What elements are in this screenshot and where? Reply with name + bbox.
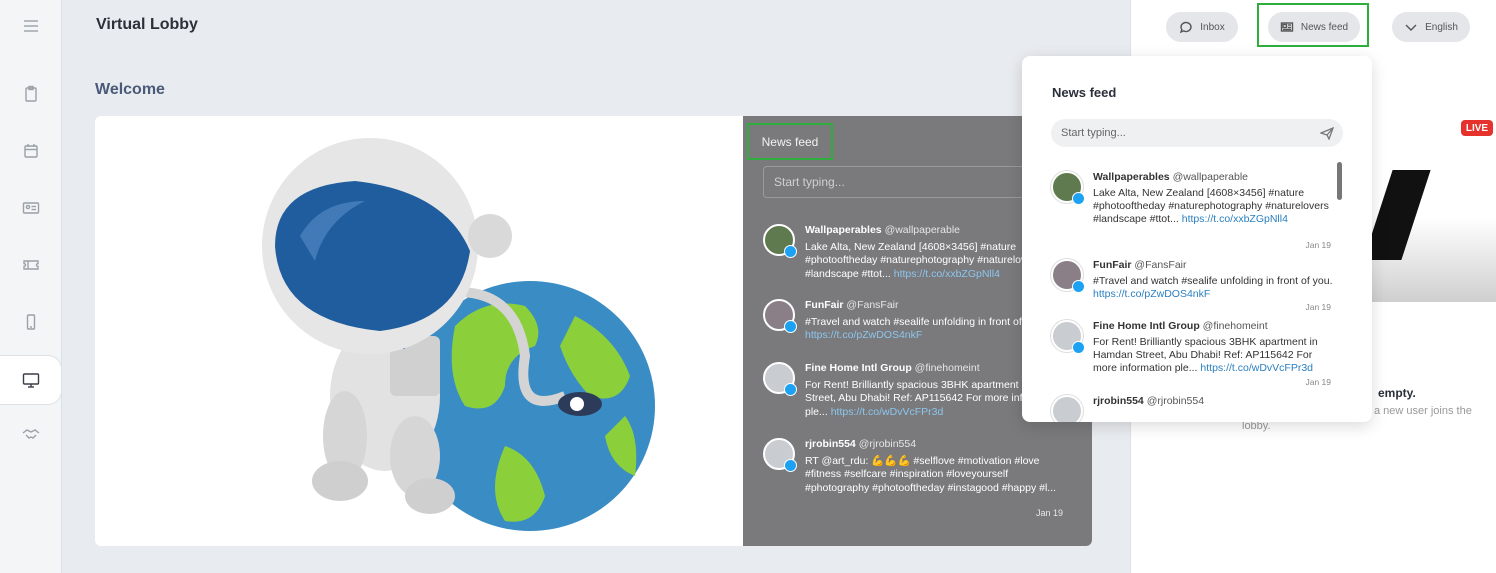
feed-item-date: Jan 19 (1035, 508, 1063, 518)
avatar (763, 224, 797, 258)
app-title: Virtual Lobby (96, 16, 198, 33)
feed-panel-input[interactable] (763, 166, 1063, 198)
feed-item-name: FunFair (1093, 259, 1132, 271)
feed-item-name: Wallpaperables (805, 224, 882, 236)
feed-item-link[interactable]: https://t.co/xxbZGpNll4 (894, 268, 1000, 280)
feed-item-text: #Travel and watch #sealife unfolding in … (1093, 275, 1333, 287)
feed-item-link[interactable]: https://t.co/pZwDOS4nkF (805, 329, 922, 341)
avatar (763, 362, 797, 396)
avatar (1051, 320, 1085, 354)
clipboard-icon[interactable] (0, 70, 62, 118)
twitter-icon (784, 459, 797, 472)
twitter-icon (784, 383, 797, 396)
feed-item-handle: @finehomeint (914, 362, 980, 374)
live-badge: LIVE (1461, 120, 1493, 136)
feed-item-name: Fine Home Intl Group (805, 362, 912, 374)
popover-feed-item[interactable]: rjrobin554 @rjrobin554 (1051, 395, 1331, 422)
feed-item-handle: @wallpaperable (884, 224, 961, 236)
avatar (763, 438, 797, 472)
twitter-icon (784, 245, 797, 258)
feed-item-name: FunFair (805, 299, 844, 311)
avatar (763, 299, 797, 333)
monitor-icon[interactable] (0, 355, 62, 405)
popover-search-input[interactable] (1051, 119, 1343, 147)
feed-item-text: #Travel and watch #sealife unfolding in … (805, 315, 1045, 328)
welcome-card: News feed Wallpaperables @wallpaperable … (95, 116, 1092, 546)
feed-item-text: RT @art_rdu: 💪💪💪 #selflove #motivation #… (805, 454, 1057, 494)
avatar (1051, 171, 1085, 205)
feed-item-link[interactable]: https://t.co/xxbZGpNll4 (1182, 213, 1288, 225)
feed-item-handle: @FansFair (846, 299, 899, 311)
calendar-icon[interactable] (0, 127, 62, 175)
feed-item-link[interactable]: https://t.co/pZwDOS4nkF (1093, 288, 1210, 300)
feed-item-date: Jan 19 (1305, 240, 1331, 250)
welcome-heading: Welcome (95, 81, 165, 98)
inbox-button[interactable]: Inbox (1166, 12, 1238, 42)
twitter-icon (1072, 192, 1085, 205)
empty-state-text: a new user joins the (1374, 405, 1472, 417)
twitter-icon (1072, 341, 1085, 354)
feed-item-handle: @wallpaperable (1172, 171, 1249, 183)
feed-item-name: Wallpaperables (1093, 171, 1170, 183)
popover-feed-item[interactable]: Wallpaperables @wallpaperable Lake Alta,… (1051, 171, 1331, 251)
feed-item-name: Fine Home Intl Group (1093, 320, 1200, 332)
empty-state-title: empty. (1378, 386, 1416, 400)
handshake-icon[interactable] (0, 410, 62, 458)
popover-scrollbar[interactable] (1337, 162, 1342, 200)
feed-item-date: Jan 19 (1305, 377, 1331, 387)
avatar (1051, 259, 1085, 293)
feed-item-handle: @rjrobin554 (858, 438, 917, 450)
popover-title: News feed (1052, 85, 1117, 100)
twitter-icon (1072, 280, 1085, 293)
feed-item-handle: @FansFair (1134, 259, 1187, 271)
feed-item-link[interactable]: https://t.co/wDvVcFPr3d (1200, 362, 1313, 374)
send-icon[interactable] (1319, 126, 1335, 141)
popover-feed-item[interactable]: Fine Home Intl Group @finehomeint For Re… (1051, 320, 1331, 390)
news-feed-popover: News feed Wallpaperables @wallpaperable … (1022, 56, 1372, 422)
menu-icon[interactable] (0, 2, 62, 50)
avatar (1051, 395, 1083, 422)
feed-item-link[interactable]: https://t.co/wDvVcFPr3d (831, 406, 944, 418)
news-feed-highlight (1257, 3, 1369, 47)
feed-item-name: rjrobin554 (805, 438, 856, 450)
feed-item-handle: @finehomeint (1202, 320, 1268, 332)
feed-item[interactable]: rjrobin554 @rjrobin554 RT @art_rdu: 💪💪💪 … (763, 438, 1083, 528)
language-label: English (1425, 21, 1458, 33)
inbox-label: Inbox (1200, 21, 1225, 33)
feed-item-date: Jan 19 (1305, 302, 1331, 312)
feed-item-name: rjrobin554 (1093, 395, 1144, 407)
id-card-icon[interactable] (0, 184, 62, 232)
left-rail (0, 0, 62, 573)
twitter-icon (784, 320, 797, 333)
chevron-down-icon (1405, 24, 1417, 31)
chat-bubble-icon (1180, 21, 1192, 34)
ticket-icon[interactable] (0, 241, 62, 289)
mobile-icon[interactable] (0, 298, 62, 346)
feed-panel-title: News feed (747, 123, 833, 160)
feed-item-handle: @rjrobin554 (1146, 395, 1205, 407)
language-selector[interactable]: English (1392, 12, 1470, 42)
popover-feed-item[interactable]: FunFair @FansFair #Travel and watch #sea… (1051, 259, 1333, 314)
astronaut-globe-illustration (262, 138, 655, 531)
